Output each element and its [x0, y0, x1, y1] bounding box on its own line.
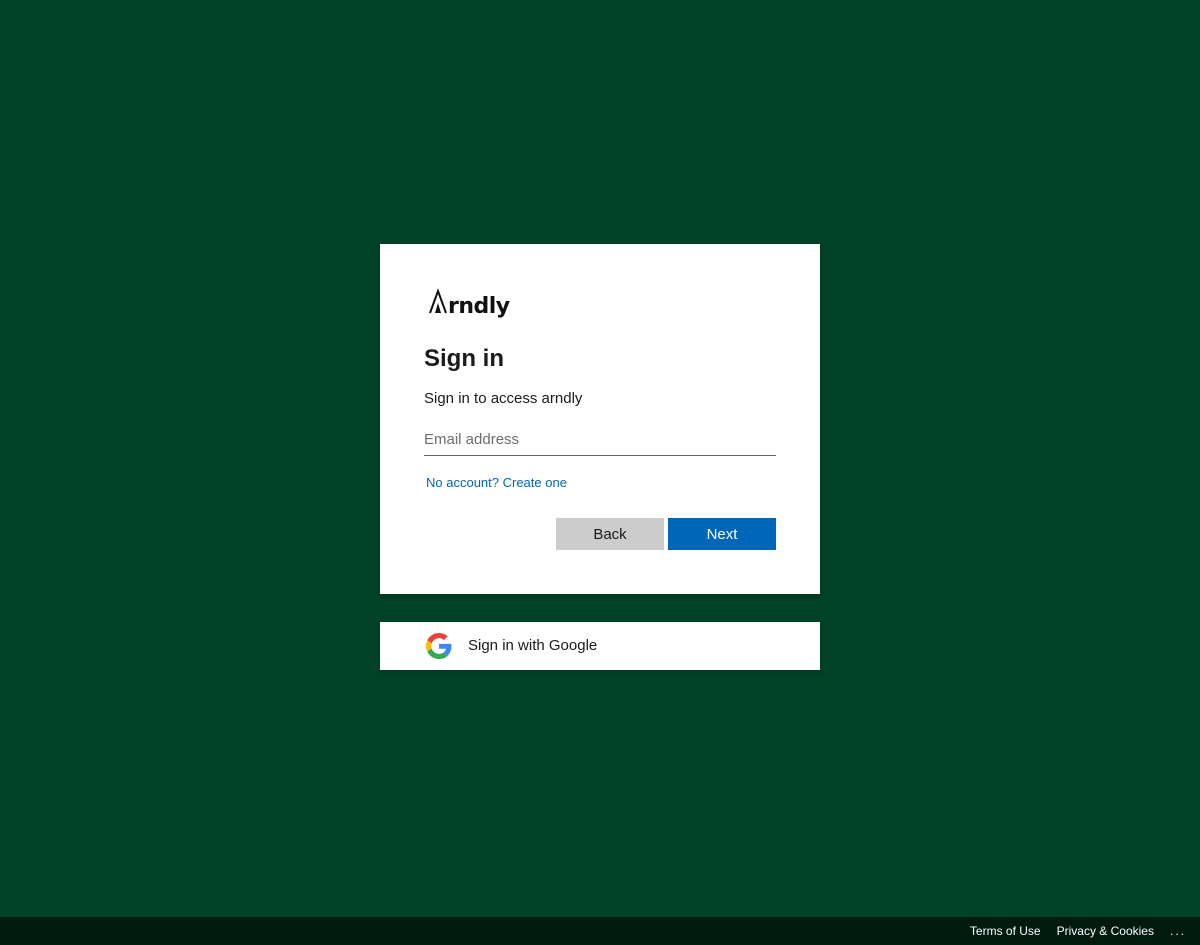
privacy-cookies-link[interactable]: Privacy & Cookies	[1057, 917, 1154, 945]
signin-card: rndly Sign in Sign in to access arndly N…	[380, 244, 820, 594]
svg-text:rndly: rndly	[448, 294, 510, 319]
more-options-button[interactable]: ...	[1170, 917, 1186, 945]
email-field[interactable]	[424, 424, 776, 456]
next-button[interactable]: Next	[668, 518, 776, 550]
footer-links: Terms of Use Privacy & Cookies ...	[954, 917, 1186, 945]
back-button[interactable]: Back	[556, 518, 664, 550]
arndly-logo: rndly	[428, 288, 518, 322]
terms-of-use-link[interactable]: Terms of Use	[970, 917, 1041, 945]
create-account-link[interactable]: No account? Create one	[426, 474, 567, 492]
page-title: Sign in	[424, 345, 504, 372]
google-icon	[426, 633, 452, 659]
google-signin-button[interactable]: Sign in with Google	[380, 622, 820, 670]
google-signin-label: Sign in with Google	[468, 637, 598, 654]
signin-subtitle: Sign in to access arndly	[424, 390, 583, 407]
page-footer: Terms of Use Privacy & Cookies ...	[0, 917, 1200, 945]
